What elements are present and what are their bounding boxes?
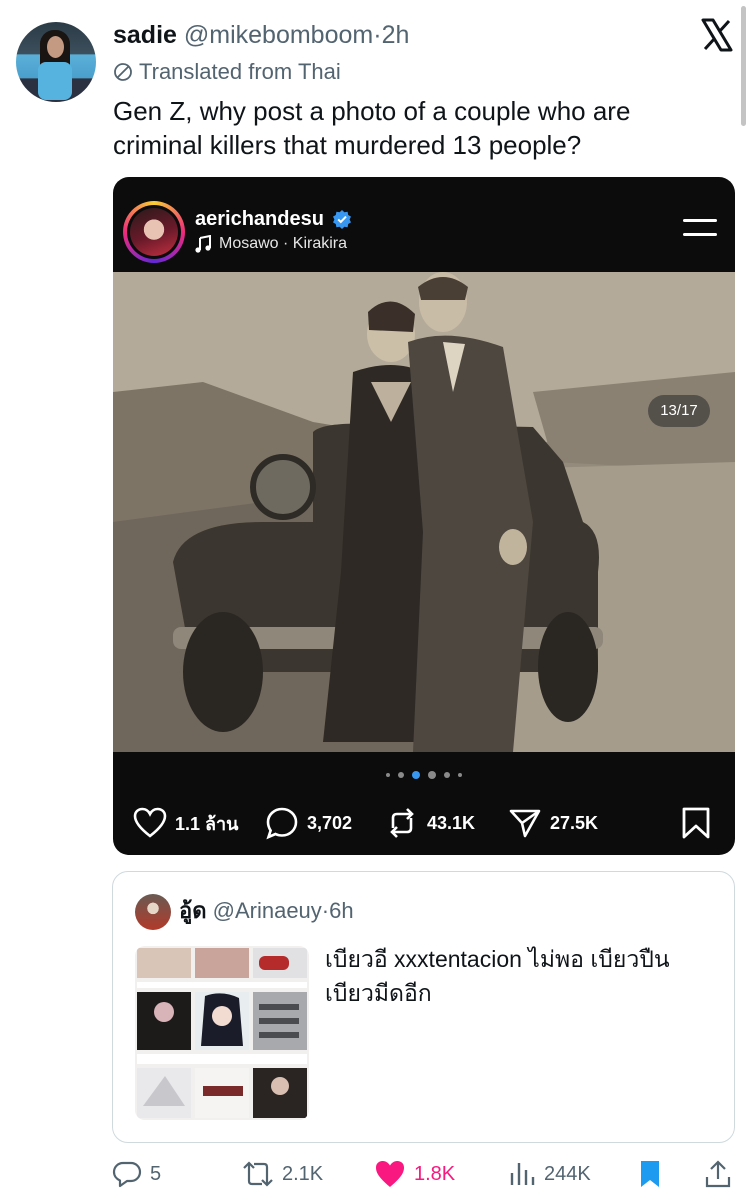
quoted-time[interactable]: 6h [329,898,353,923]
carousel-dots [113,771,735,779]
ig-music-label: Mosawo · Kirakira [219,235,348,252]
quoted-tweet-header: อู้ด @Arinaeuy·6h [179,896,354,926]
carousel-dot [386,773,390,777]
tweet-text: Gen Z, why post a photo of a couple who … [113,96,631,160]
retweet-count: 2.1K [282,1162,324,1185]
embedded-media-card[interactable]: aerichandesu Mosawo · Kirakira 13/17 1.1… [113,177,735,855]
ig-action-bar: 1.1 ล้าน 3,702 43.1K 27.5K [113,803,735,843]
bookmark-filled-icon [641,1161,659,1187]
quoted-tweet[interactable]: อู้ด @Arinaeuy·6h เบียวอี xxxtentacion ไ… [112,871,735,1143]
retweet-icon [243,1161,273,1187]
carousel-dot [398,772,404,778]
quoted-tweet-text: เบียวอี xxxtentacion ไม่พอ เบียวปืนเบียว… [325,946,670,1006]
ig-like-count: 1.1 ล้าน [175,813,239,834]
ig-comment-button[interactable]: 3,702 [265,803,352,843]
translate-icon [114,63,132,81]
page-scrollbar[interactable] [741,6,746,126]
author-handle[interactable]: @mikebomboom [184,21,373,49]
carousel-dot [458,773,462,777]
ig-avatar [127,205,181,259]
ig-username: aerichandesu [195,208,324,230]
like-button[interactable]: 1.8K [374,1152,455,1196]
ig-like-button[interactable]: 1.1 ล้าน [133,803,238,843]
view-count: 244K [544,1162,591,1185]
ig-comment-count: 3,702 [307,812,353,833]
carousel-dot [428,771,436,779]
like-count: 1.8K [414,1162,456,1185]
share-upload-icon [705,1160,731,1188]
share-button[interactable] [704,1152,732,1196]
author-name[interactable]: sadie [113,21,177,49]
ig-repost-count: 43.1K [427,812,476,833]
bookmark-icon [682,807,710,839]
views-bar-chart-icon [510,1163,535,1185]
verified-badge-icon [332,210,351,229]
ig-save-button[interactable] [681,803,711,843]
heart-outline-icon [133,807,167,838]
carousel-counter: 13/17 [648,395,710,427]
tweet-action-bar: 5 2.1K 1.8K 244K [0,1152,752,1196]
menu-icon[interactable] [683,219,717,239]
ig-music-row[interactable]: Mosawo · Kirakira [195,233,347,255]
music-note-icon [195,235,211,253]
reply-count: 5 [150,1162,162,1185]
x-logo-icon[interactable] [700,18,734,52]
ig-avatar-story-ring[interactable] [123,201,185,263]
photo-illustration [113,272,735,752]
comment-bubble-icon [266,807,298,840]
quoted-author-avatar[interactable] [135,894,171,930]
send-paper-plane-icon [509,809,541,838]
collage-illustration [135,946,309,1120]
heart-filled-icon [376,1161,404,1187]
tweet-time[interactable]: 2h [382,21,410,49]
ig-share-button[interactable]: 27.5K [508,803,598,843]
tweet-header: sadie @mikebomboom·2h [113,20,409,50]
reply-button[interactable]: 5 [112,1152,161,1196]
reply-bubble-icon [112,1161,142,1188]
bookmark-button[interactable] [638,1152,662,1196]
vintage-couple-photo[interactable]: 13/17 [113,272,735,752]
quoted-media-thumbnail[interactable] [135,946,309,1120]
retweet-button[interactable]: 2.1K [242,1152,323,1196]
header-separator: · [373,21,382,49]
carousel-dot [444,772,450,778]
avatar-face-shape [47,36,64,58]
repost-arrows-icon [390,808,414,838]
quoted-author-handle[interactable]: @Arinaeuy [213,898,322,923]
views-button[interactable]: 244K [508,1152,591,1196]
quoted-author-name[interactable]: อู้ด [179,898,207,923]
ig-repost-button[interactable]: 43.1K [385,803,475,843]
ig-share-count: 27.5K [550,812,599,833]
author-avatar[interactable] [16,22,96,102]
ig-username-row[interactable]: aerichandesu [195,207,352,231]
carousel-dot-active [412,771,420,779]
avatar-shirt-shape [38,62,72,100]
translated-label: Translated from Thai [139,59,341,84]
ig-avatar-image [130,208,178,256]
translated-notice[interactable]: Translated from Thai [113,58,341,86]
